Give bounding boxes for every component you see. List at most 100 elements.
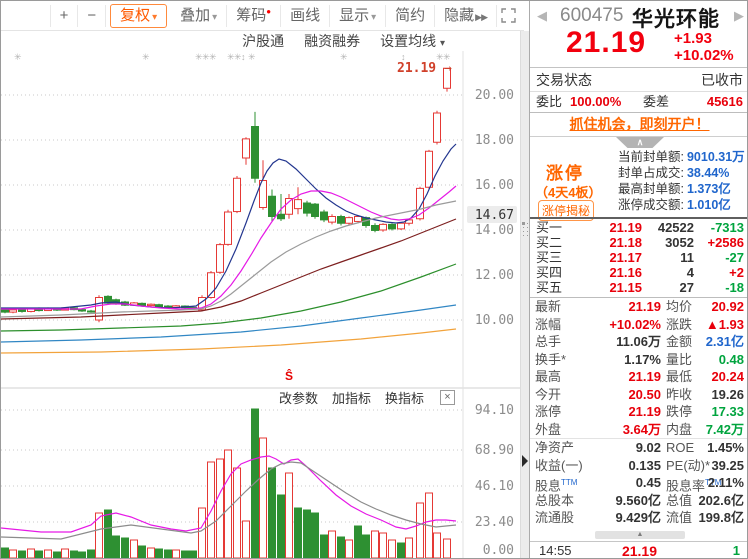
collapse-tab[interactable]: ∧ [616,137,664,148]
fullscreen-icon[interactable] [501,8,516,23]
ma-settings-label: 设置均线 [380,33,437,49]
order-price: 21.17 [609,250,642,265]
market-links-bar: 沪股通 融资融券 设置均线 ▾ [1,31,445,51]
order-row[interactable]: 买三 21.17 11 -27 [530,250,747,265]
limit-up-row: 涨停成交额: 1.010亿 [618,197,747,213]
last-price-tag: 21.19 → [397,61,452,76]
stat-label: 净资产 [535,440,575,455]
order-price: 21.16 [609,265,642,280]
limit-up-streak: （4天4板） [535,185,602,200]
open-account-link[interactable]: 抓住机会，即刻开户！ [570,116,710,132]
order-row[interactable]: 买一 21.19 42522 -7313 [530,220,747,235]
chevron-down-icon: ▾ [152,11,158,23]
limit-up-row-value: 9010.31万 [686,150,745,164]
stat-label: 内盘 [666,421,693,437]
svg-text:23.40: 23.40 [475,515,514,530]
limit-up-row: 当前封单额: 9010.31万 [618,149,747,165]
pane-splitter[interactable] [520,31,529,558]
event-star-icon: ✳ [248,52,256,62]
stat-row: 最新 21.19 均价 20.92 [530,298,747,316]
stat-row: 流通股 9.429亿 流值 199.8亿 [530,509,747,527]
order-qty-change: -27 [725,250,744,265]
event-star-icon: ✳ [209,52,217,62]
hide-button[interactable]: 隐藏▶▶ [435,4,497,27]
order-row[interactable]: 买二 21.18 3052 +2586 [530,235,747,250]
margin-trading-link[interactable]: 融资融券 [304,31,360,51]
chevron-down-icon: ▾ [371,11,377,23]
stat-value: 39.25 [711,457,744,473]
stat-value: 21.19 [628,299,661,314]
simple-mode-label: 简约 [395,6,426,24]
stat-value: 0.48 [718,351,744,367]
stat-label: 总股本 [535,492,575,508]
stat-label: 今开 [535,386,562,402]
stat-row: 换手* 1.17% 量比 0.48 [530,351,747,369]
stat-value: 21.19 [628,369,661,384]
stock-app-window: 20.00 18.00 16.00 14.00 12.00 10.00 14.67 94.10… [0,0,748,559]
stat-value: 0.45 [635,475,661,490]
zoom-out-button[interactable]: − [78,4,107,27]
stat-value: 20.92 [711,299,744,314]
stat-value: 19.26 [711,386,744,402]
display-button[interactable]: 显示 ▾ [330,4,387,27]
prev-stock-icon[interactable]: ◀ [537,8,547,24]
weibi-label: 委比 [536,94,563,109]
zoom-in-button[interactable]: + [49,4,79,27]
chip-distribution-button[interactable]: 筹码● [227,4,282,27]
stat-label: 收益(一) [535,457,583,473]
add-indicator-link[interactable]: 加指标 [332,388,371,407]
draw-line-label: 画线 [290,6,321,24]
next-stock-icon[interactable]: ▶ [734,8,744,24]
simple-mode-button[interactable]: 简约 [386,4,436,27]
order-row[interactable]: 买四 21.16 4 +2 [530,265,747,280]
stat-label: 流通股 [535,510,575,525]
limit-up-row: 封单占成交: 38.44% [618,165,747,181]
limit-up-row-label: 涨停成交额: [618,198,684,212]
panel-collapse-button[interactable]: ▲ [595,531,685,539]
order-qty-change: +2586 [707,235,744,250]
chevron-down-icon: ▾ [212,11,218,23]
ticker-bar: 14:55 21.19 1 [530,541,747,558]
switch-indicator-link[interactable]: 换指标 [385,388,424,407]
quote-price-block: 21.19 +1.93 +10.02% [530,26,747,64]
stat-label: 涨停 [535,404,562,419]
change-params-link[interactable]: 改参数 [279,388,318,407]
chip-label: 筹码 [236,6,267,24]
stat-label: 金额 [666,334,693,349]
svg-text:0.00: 0.00 [483,543,514,558]
stat-label: 最新 [535,299,562,314]
stats-grid: 最新 21.19 均价 20.92 涨幅 +10.02% 涨跌 ▲1.93 总手 11.06万 金额… [530,298,747,527]
close-icon[interactable]: × [440,389,455,405]
kline-chart[interactable]: 20.00 18.00 16.00 14.00 12.00 10.00 14.67 94.10… [1,1,520,558]
open-account-banner: 抓住机会，即刻开户！ [530,113,747,137]
stat-label: 总手 [535,334,562,349]
ma-settings-link[interactable]: 设置均线 ▾ [380,31,445,51]
stat-value: 199.8亿 [698,510,744,525]
event-star-icon: ✳ [14,52,22,62]
adjust-price-button[interactable]: 复权 ▾ [110,3,168,28]
hu-stock-connect-link[interactable]: 沪股通 [242,31,284,51]
ticker-volume: 1 [732,543,740,558]
stock-code: 600475 [560,5,624,26]
order-row[interactable]: 买五 21.15 27 -18 [530,280,747,295]
divider [530,67,747,68]
stat-label: 涨跌 [666,316,693,332]
stat-value: 2.31亿 [705,334,744,349]
stat-row: 股息TTM 0.45 股息率TTM 2.11% [530,474,747,493]
stat-value: ▲1.93 [705,316,744,332]
svg-text:18.00: 18.00 [475,133,514,148]
order-qty: 42522 [657,220,694,235]
stat-label: 流值 [666,510,693,525]
order-level-label: 买四 [536,265,563,280]
overlay-button[interactable]: 叠加 ▾ [171,4,228,27]
stat-row: 总手 11.06万 金额 2.31亿 [530,333,747,351]
trade-status-label: 交易状态 [536,72,592,88]
svg-text:14.00: 14.00 [475,223,514,238]
order-level-label: 买三 [536,250,563,265]
trade-status-row: 交易状态 已收市 [530,69,747,91]
draw-line-button[interactable]: 画线 [281,4,331,27]
stat-row: 净资产 9.02 ROE 1.45% [530,439,747,457]
stat-value: 202.6亿 [698,492,744,508]
weibi-value: 100.00% [570,94,622,109]
weibi-row: 委比 100.00% 委差 45616 [530,92,747,112]
